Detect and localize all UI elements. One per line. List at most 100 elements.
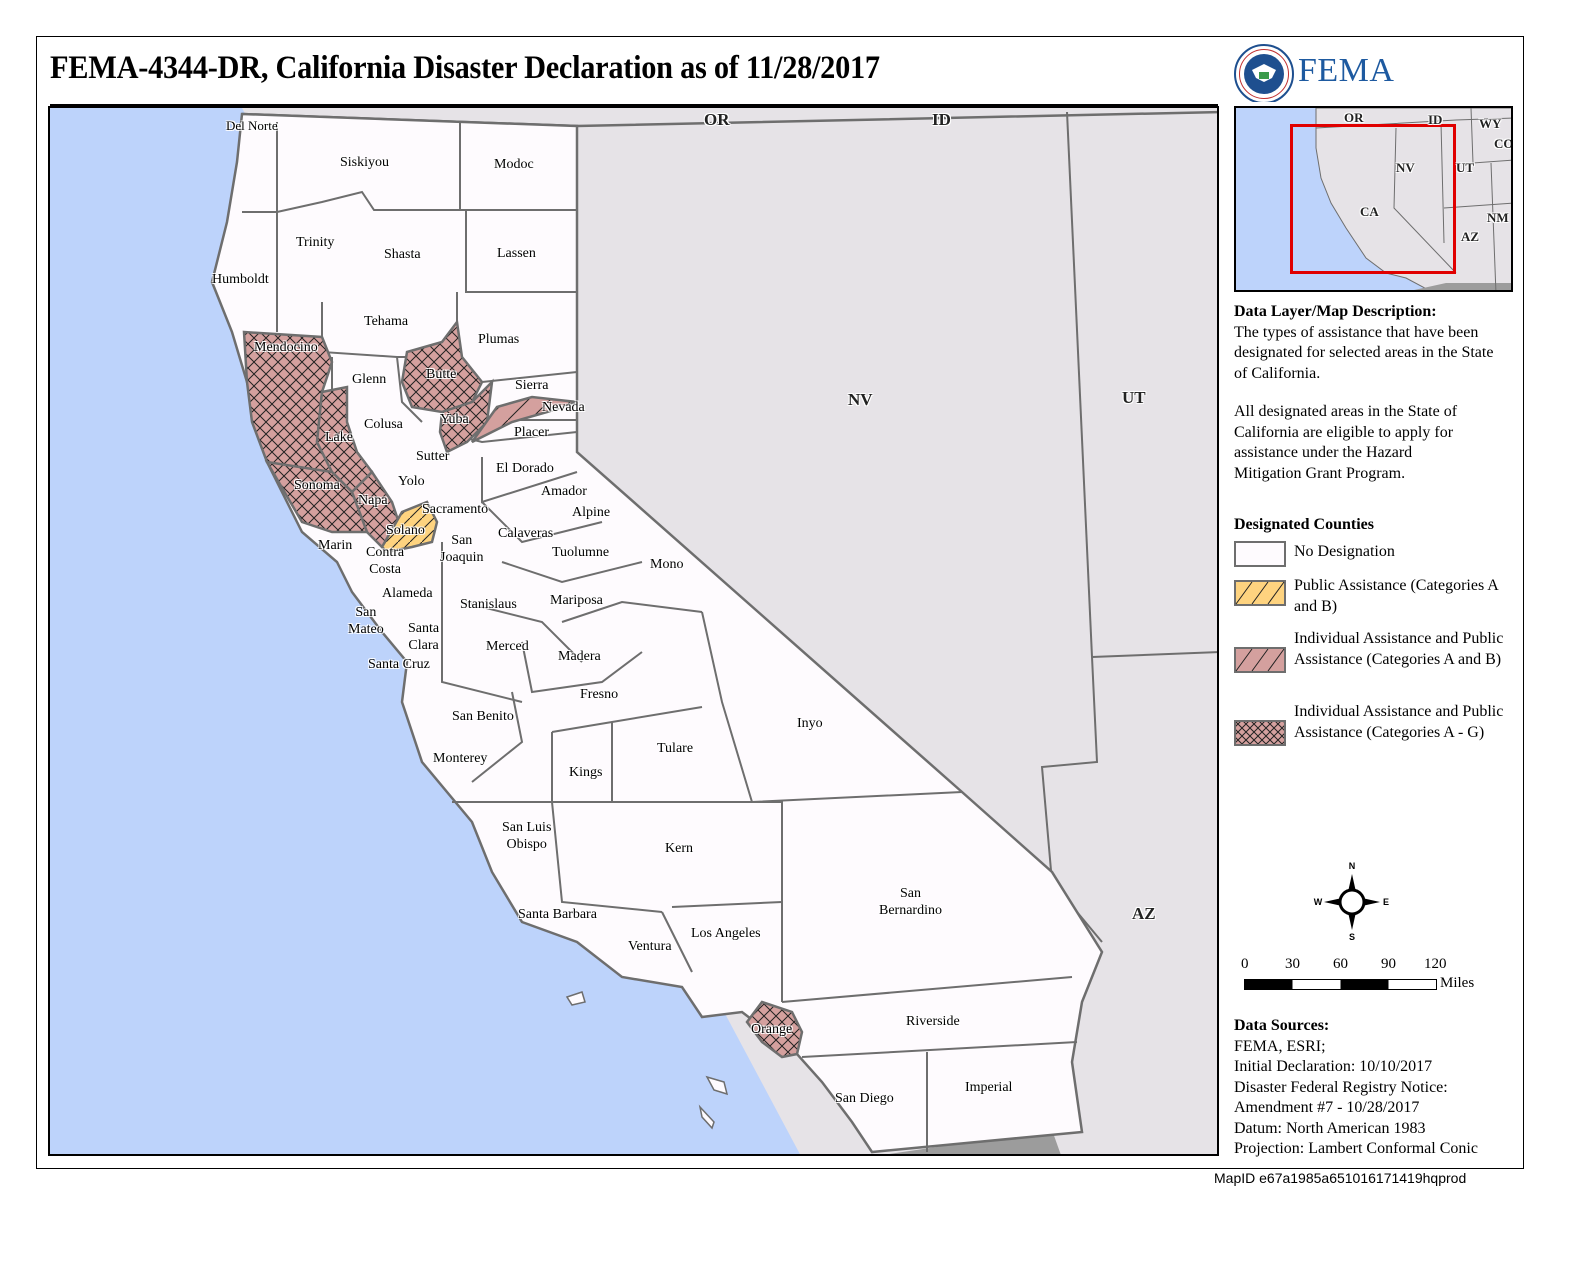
legend-label: Individual Assistance and Public Assista…: [1294, 703, 1504, 741]
source-line: Disaster Federal Registry Notice:: [1234, 1078, 1448, 1096]
county-label: Santa Clara: [408, 621, 440, 653]
county-label: Kings: [569, 765, 603, 780]
compass-w: W: [1314, 897, 1323, 907]
county-label: Riverside: [906, 1014, 960, 1029]
county-label: Merced: [486, 639, 529, 654]
source-line: Amendment #7 - 10/28/2017: [1234, 1099, 1420, 1116]
county-label: Del Norte: [226, 118, 278, 133]
inset-label-ca: CA: [1360, 204, 1379, 219]
data-sources: Data Sources: FEMA, ESRI; Initial Declar…: [1234, 1016, 1524, 1160]
county-label: San Luis Obispo: [502, 820, 552, 852]
scale-tick: 0: [1241, 956, 1249, 972]
county-label: Lassen: [497, 246, 536, 261]
county-label: San Joaquin: [440, 533, 484, 565]
compass-s: S: [1349, 932, 1355, 942]
county-label: Orange: [751, 1022, 793, 1037]
main-map[interactable]: OR ID NV UT AZ Del Norte Siskiyou Modoc …: [48, 106, 1219, 1156]
source-line: Projection: Lambert Conformal Conic: [1234, 1140, 1478, 1157]
county-label: Nevada: [542, 400, 585, 415]
county-label: Stanislaus: [460, 597, 517, 612]
county-label: Fresno: [580, 687, 619, 702]
state-label-id: ID: [932, 110, 951, 129]
county-label: Butte: [426, 367, 457, 382]
county-label: Mariposa: [550, 593, 603, 608]
inset-label-ut: UT: [1456, 160, 1475, 175]
county-label: Sierra: [515, 378, 549, 393]
inset-label-or: OR: [1344, 110, 1364, 125]
county-label: Madera: [558, 649, 601, 664]
inset-label-az: AZ: [1461, 229, 1480, 244]
scale-tick: 120: [1424, 956, 1447, 972]
legend-item-ia-pa-ag: Individual Assistance and Public Assista…: [1234, 702, 1524, 766]
county-label: Sonoma: [294, 478, 340, 493]
county-label: Kern: [665, 841, 693, 856]
scale-unit: Miles: [1440, 975, 1475, 991]
county-label: Trinity: [296, 235, 335, 250]
county-label: Los Angeles: [691, 926, 761, 941]
inset-label-id: ID: [1428, 112, 1443, 127]
county-label: Mendocino: [254, 340, 318, 355]
county-label: Colusa: [364, 417, 403, 432]
hmgp-note: All designated areas in the State of Cal…: [1234, 403, 1458, 482]
map-id: MapID e67a1985a651016171419hqprod: [1214, 1170, 1467, 1186]
county-label: Tuolumne: [552, 545, 610, 560]
inset-label-co: CO: [1494, 136, 1513, 151]
county-label: San Bernardino: [879, 886, 942, 918]
county-label: San Mateo: [348, 605, 384, 637]
county-label: El Dorado: [496, 461, 554, 476]
county-label: Siskiyou: [340, 155, 390, 170]
county-label: Marin: [318, 538, 353, 553]
inset-label-nm: NM: [1487, 210, 1509, 225]
scale-tick: 30: [1285, 956, 1300, 972]
state-label-nv: NV: [848, 390, 873, 409]
county-label: Tulare: [657, 741, 694, 756]
inset-extent-box: [1290, 124, 1456, 274]
legend-label: Individual Assistance and Public Assista…: [1294, 630, 1504, 668]
state-label-or: OR: [704, 110, 730, 129]
source-line: FEMA, ESRI;: [1234, 1037, 1326, 1055]
legend-item-public-assistance: Public Assistance (Categories A and B): [1234, 576, 1524, 620]
scale-tick: 90: [1381, 956, 1396, 972]
county-label: Amador: [541, 484, 587, 499]
legend-swatch-pa-ab: [1234, 580, 1286, 606]
county-label: Contra Costa: [366, 545, 405, 577]
state-label-az: AZ: [1132, 904, 1156, 923]
county-label: Solano: [386, 523, 425, 538]
county-label: Placer: [514, 425, 549, 440]
legend-swatch-ia-pa-ag: [1234, 720, 1286, 746]
compass-e: E: [1383, 897, 1389, 907]
legend-swatch-ia-pa-ab: [1234, 647, 1286, 673]
compass-n: N: [1349, 861, 1356, 871]
county-label: Modoc: [494, 157, 534, 172]
county-label: Glenn: [352, 372, 387, 387]
county-label: Ventura: [628, 939, 672, 954]
fema-wordmark: FEMA: [1298, 52, 1395, 89]
inset-locator-map: OR ID WY CO NV UT CA NM AZ: [1234, 106, 1513, 292]
county-label: Alameda: [382, 586, 433, 601]
county-label: Lake: [325, 430, 353, 445]
scale-tick: 60: [1333, 956, 1348, 972]
scale-bar: [1244, 979, 1437, 990]
county-label: Alpine: [572, 505, 611, 520]
map-canvas: [50, 108, 1217, 1154]
county-label: Santa Cruz: [368, 657, 430, 672]
county-label: Sutter: [416, 449, 450, 464]
county-label: Calaveras: [498, 526, 554, 541]
county-label: Yolo: [398, 474, 425, 489]
county-label: Monterey: [433, 751, 488, 766]
legend-item-ia-pa-ab: Individual Assistance and Public Assista…: [1234, 629, 1524, 693]
inset-label-nv: NV: [1396, 160, 1415, 175]
county-label: Imperial: [965, 1080, 1013, 1095]
source-line: Initial Declaration: 10/10/2017: [1234, 1058, 1433, 1075]
county-label: San Diego: [835, 1091, 894, 1106]
county-label: Humboldt: [212, 272, 269, 287]
legend-item-no-designation: No Designation: [1234, 539, 1524, 569]
county-label: Santa Barbara: [518, 907, 597, 922]
map-description: Data Layer/Map Description: The types of…: [1234, 302, 1494, 384]
legend-heading: Designated Counties: [1234, 516, 1375, 533]
state-label-ut: UT: [1122, 388, 1146, 407]
source-line: Datum: North American 1983: [1234, 1119, 1426, 1137]
county-label: Sacramento: [422, 502, 489, 517]
page-title: FEMA-4344-DR, California Disaster Declar…: [50, 50, 880, 86]
legend-label: Public Assistance (Categories A and B): [1294, 577, 1498, 615]
